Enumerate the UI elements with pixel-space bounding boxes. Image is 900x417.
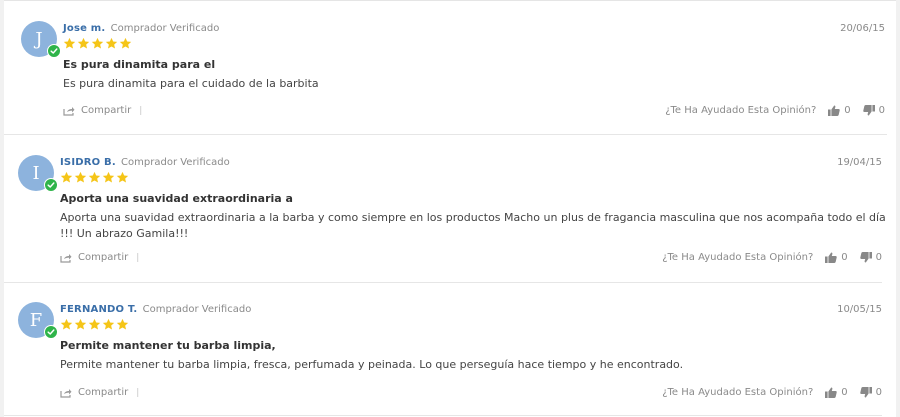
reviewer-name: Jose m. <box>63 23 106 34</box>
star-rating <box>63 37 132 50</box>
review-divider <box>4 415 882 416</box>
star-icon <box>91 37 104 49</box>
star-icon <box>74 171 87 183</box>
helpful-question: ¿Te Ha Ayudado Esta Opinión? <box>662 252 814 263</box>
thumbs-down-icon <box>862 105 875 116</box>
thumbs-down-count: 0 <box>875 252 882 263</box>
thumbs-down-button[interactable]: 0 <box>859 252 882 263</box>
star-icon <box>74 318 87 330</box>
helpful-question: ¿Te Ha Ayudado Esta Opinión? <box>665 105 817 116</box>
avatar-initial: J <box>35 28 43 50</box>
review-item: J Jose m. Comprador Verificado 20/06/15 … <box>4 21 887 135</box>
thumbs-up-count: 0 <box>841 387 848 398</box>
page-left-edge <box>0 0 4 417</box>
thumbs-up-button[interactable]: 0 <box>825 387 848 398</box>
star-icon <box>88 171 101 183</box>
helpful-section: ¿Te Ha Ayudado Esta Opinión? 0 0 <box>662 252 882 263</box>
star-icon <box>116 318 129 330</box>
thumbs-down-button[interactable]: 0 <box>862 105 885 116</box>
thumbs-up-button[interactable]: 0 <box>825 252 848 263</box>
separator-pipe: | <box>136 387 140 398</box>
star-icon <box>119 37 132 49</box>
star-icon <box>60 171 73 183</box>
review-body: Permite mantener tu barba limpia, fresca… <box>60 358 684 371</box>
thumbs-down-count: 0 <box>878 105 885 116</box>
share-icon <box>60 253 72 263</box>
reviewer-name: ISIDRO B. <box>60 157 116 168</box>
star-icon <box>63 37 76 49</box>
share-label: Compartir <box>78 252 129 263</box>
verified-buyer-label: Comprador Verificado <box>121 157 230 168</box>
thumbs-down-count: 0 <box>875 387 882 398</box>
share-label: Compartir <box>81 105 132 116</box>
verified-buyer-label: Comprador Verificado <box>110 23 220 34</box>
helpful-question: ¿Te Ha Ayudado Esta Opinión? <box>662 387 814 398</box>
star-icon <box>60 318 73 330</box>
thumbs-up-count: 0 <box>844 105 851 116</box>
verified-check-icon <box>44 178 58 192</box>
review-title: Es pura dinamita para el <box>63 58 216 71</box>
review-header: FERNANDO T. Comprador Verificado <box>60 304 251 315</box>
thumbs-up-count: 0 <box>841 252 848 263</box>
thumbs-down-icon <box>859 387 872 398</box>
review-header: Jose m. Comprador Verificado <box>63 23 219 34</box>
star-rating <box>60 318 129 331</box>
thumbs-down-icon <box>859 252 872 263</box>
review-date: 19/04/15 <box>837 157 882 168</box>
review-item: I ISIDRO B. Comprador Verificado 19/04/1… <box>4 155 886 283</box>
star-icon <box>102 171 115 183</box>
thumbs-up-icon <box>828 105 840 116</box>
helpful-section: ¿Te Ha Ayudado Esta Opinión? 0 0 <box>665 105 885 116</box>
helpful-section: ¿Te Ha Ayudado Esta Opinión? 0 0 <box>662 387 882 398</box>
review-title: Aporta una suavidad extraordinaria a <box>60 192 293 205</box>
review-divider <box>4 282 882 283</box>
share-label: Compartir <box>78 387 129 398</box>
review-divider <box>4 134 887 135</box>
star-icon <box>116 171 129 183</box>
share-button[interactable]: Compartir | <box>60 252 139 263</box>
reviewer-name: FERNANDO T. <box>60 304 138 315</box>
star-icon <box>105 37 118 49</box>
review-body: Es pura dinamita para el cuidado de la b… <box>63 77 319 90</box>
review-date: 10/05/15 <box>837 304 882 315</box>
review-body: Aporta una suavidad extraordinaria a la … <box>60 211 886 240</box>
share-icon <box>63 106 75 116</box>
verified-check-icon <box>47 44 61 58</box>
separator-pipe: | <box>136 252 140 263</box>
review-item: F FERNANDO T. Comprador Verificado 10/05… <box>4 302 882 417</box>
star-icon <box>102 318 115 330</box>
thumbs-up-button[interactable]: 0 <box>828 105 851 116</box>
top-divider <box>4 0 896 1</box>
thumbs-up-icon <box>825 252 837 263</box>
thumbs-up-icon <box>825 387 837 398</box>
avatar-initial: I <box>32 162 40 184</box>
review-header: ISIDRO B. Comprador Verificado <box>60 157 230 168</box>
star-rating <box>60 171 129 184</box>
star-icon <box>88 318 101 330</box>
star-icon <box>77 37 90 49</box>
share-button[interactable]: Compartir | <box>60 387 139 398</box>
share-button[interactable]: Compartir | <box>63 105 142 116</box>
thumbs-down-button[interactable]: 0 <box>859 387 882 398</box>
share-icon <box>60 388 72 398</box>
page-right-edge <box>896 0 900 417</box>
avatar-initial: F <box>29 309 43 331</box>
verified-buyer-label: Comprador Verificado <box>142 304 252 315</box>
review-date: 20/06/15 <box>840 23 885 34</box>
review-title: Permite mantener tu barba limpia, <box>60 339 276 352</box>
verified-check-icon <box>44 325 58 339</box>
separator-pipe: | <box>139 105 143 116</box>
